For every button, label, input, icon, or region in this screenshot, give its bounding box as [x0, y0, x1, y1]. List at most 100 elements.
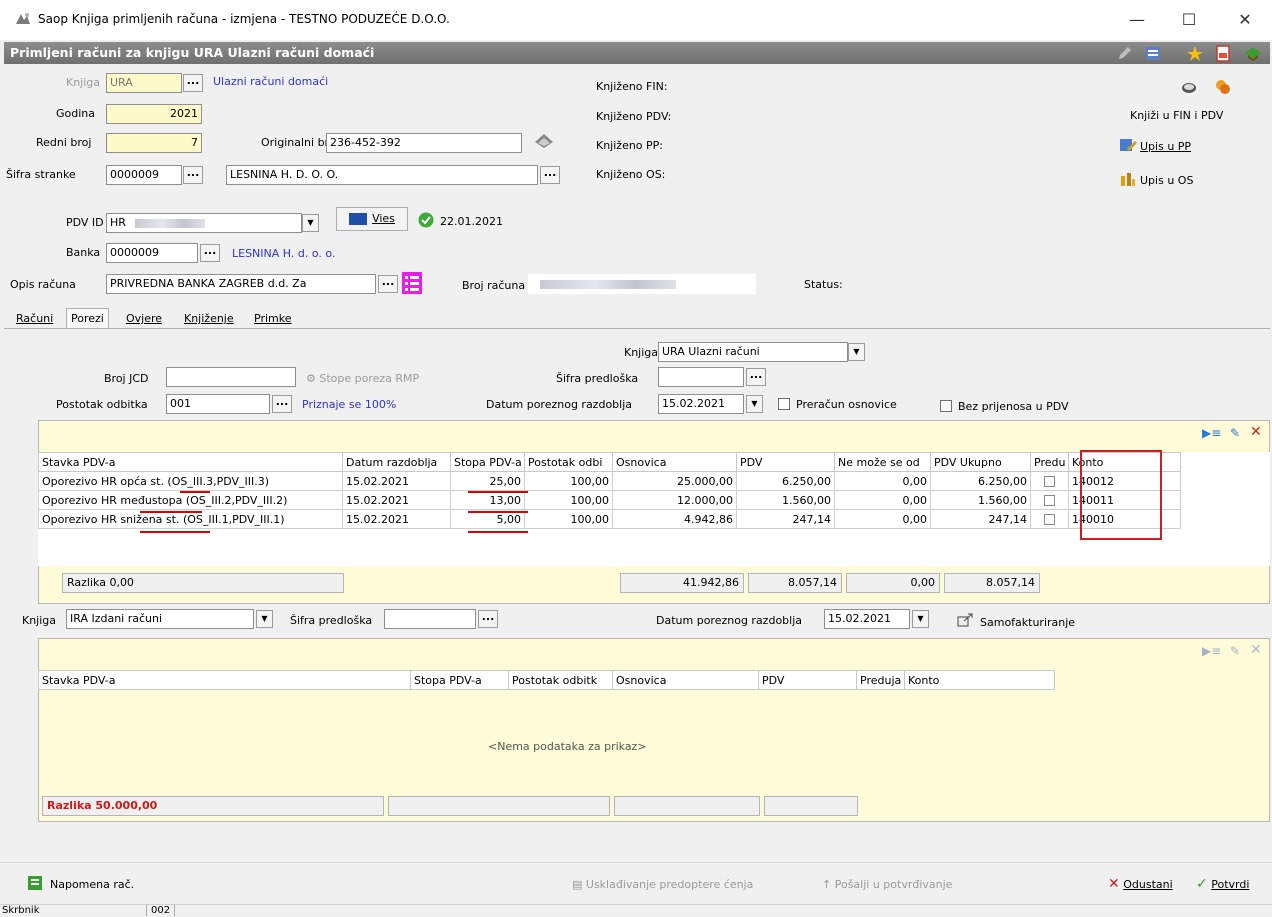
delete-row-icon[interactable]: ✕: [1250, 424, 1262, 440]
book-pdv-icon[interactable]: [1214, 78, 1232, 96]
broj-racuna-field[interactable]: [528, 274, 756, 294]
samofakturiranje-button[interactable]: Samofakturiranje: [980, 616, 1075, 629]
cell-ukupno[interactable]: 6.250,00: [930, 471, 1031, 491]
cell-ne-moze[interactable]: 0,00: [834, 509, 931, 529]
cell-postotak[interactable]: 100,00: [524, 471, 613, 491]
sifra-predloska-field[interactable]: [658, 367, 744, 387]
cell-stopa[interactable]: 13,00: [450, 490, 525, 510]
cell-ukupno[interactable]: 247,14: [930, 509, 1031, 529]
ira-col-predujam[interactable]: Preduja: [856, 670, 905, 690]
pdv-id-dropdown-arrow[interactable]: ▼: [302, 214, 319, 232]
opis-racuna-field[interactable]: PRIVREDNA BANKA ZAGREB d.d. Za: [106, 274, 376, 294]
redni-broj-field[interactable]: 7: [106, 133, 202, 153]
grid-icon[interactable]: [1144, 45, 1162, 62]
ira-col-osnovica[interactable]: Osnovica: [612, 670, 759, 690]
sifra-predloska-lookup-button[interactable]: ...: [746, 368, 766, 386]
col-datum[interactable]: Datum razdoblja: [342, 452, 451, 472]
stranka-name-field[interactable]: LESNINA H. D. O. O.: [226, 165, 538, 185]
cell-pdv[interactable]: 247,14: [736, 509, 835, 529]
ira-col-stavka[interactable]: Stavka PDV-a: [38, 670, 411, 690]
col-stavka[interactable]: Stavka PDV-a: [38, 452, 343, 472]
pdv-id-field[interactable]: HR: [106, 213, 302, 233]
ira-col-postotak[interactable]: Postotak odbitk: [508, 670, 613, 690]
potvrdi-button[interactable]: ✓ Potvrdi: [1196, 876, 1249, 892]
lookup-book-icon[interactable]: [532, 130, 556, 152]
favorite-star-icon[interactable]: [1186, 45, 1204, 62]
cell-ne-moze[interactable]: 0,00: [834, 490, 931, 510]
ira-knjiga-field[interactable]: IRA Izdani računi: [66, 609, 254, 629]
banka-lookup-button[interactable]: ...: [200, 244, 220, 262]
odustani-button[interactable]: ✕ Odustani: [1108, 876, 1173, 892]
cell-ne-moze[interactable]: 0,00: [834, 471, 931, 491]
col-ne-moze[interactable]: Ne može se od: [834, 452, 931, 472]
bez-prijenosa-checkbox[interactable]: [940, 400, 952, 412]
col-ukupno[interactable]: PDV Ukupno: [930, 452, 1031, 472]
upis-os-button[interactable]: Upis u OS: [1140, 174, 1193, 187]
ira-datum-dropdown-arrow[interactable]: ▼: [912, 610, 929, 628]
minimize-button[interactable]: —: [1114, 6, 1160, 34]
opis-lookup-button[interactable]: ...: [378, 275, 398, 293]
porezi-knjiga-field[interactable]: URA Ulazni računi: [658, 342, 848, 362]
porezi-knjiga-dropdown-arrow[interactable]: ▼: [848, 343, 865, 361]
cell-stavka[interactable]: Oporezivo HR opća st. (OS_III.3,PDV_III.…: [38, 471, 343, 491]
cell-osnovica[interactable]: 25.000,00: [612, 471, 737, 491]
banka-name-link[interactable]: LESNINA H. d. o. o.: [232, 247, 335, 260]
book-fin-icon[interactable]: [1180, 78, 1198, 96]
tab-racuni[interactable]: Računi: [16, 312, 53, 325]
sifra-stranke-field[interactable]: 0000009: [106, 165, 182, 185]
cell-datum[interactable]: 15.02.2021: [342, 471, 451, 491]
stranka-lookup-button[interactable]: ...: [540, 166, 560, 184]
tab-ovjere[interactable]: Ovjere: [126, 312, 162, 325]
banka-field[interactable]: 0000009: [106, 243, 198, 263]
predujam-checkbox[interactable]: [1044, 495, 1055, 506]
cell-postotak[interactable]: 100,00: [524, 509, 613, 529]
cell-ukupno[interactable]: 1.560,00: [930, 490, 1031, 510]
tab-porezi[interactable]: Porezi: [66, 308, 109, 328]
list-menu-icon[interactable]: [402, 272, 422, 294]
ira-sifra-lookup-button[interactable]: ...: [478, 610, 498, 628]
cell-stavka[interactable]: Oporezivo HR međustopa (OS_III.2,PDV_III…: [38, 490, 343, 510]
knjiga-field[interactable]: URA: [106, 73, 182, 93]
maximize-button[interactable]: ☐: [1166, 6, 1212, 34]
vies-button[interactable]: Vies: [336, 207, 408, 231]
ira-datum-field[interactable]: 15.02.2021: [824, 609, 910, 629]
add-row-icon[interactable]: ▶≡: [1202, 426, 1221, 440]
cell-predujam[interactable]: [1030, 490, 1069, 510]
ira-col-konto[interactable]: Konto: [904, 670, 1055, 690]
originalni-br-field[interactable]: 236-452-392: [326, 133, 522, 153]
ira-sifra-field[interactable]: [384, 609, 476, 629]
document-icon[interactable]: [1214, 45, 1232, 62]
col-postotak[interactable]: Postotak odbi: [524, 452, 613, 472]
knjiga-name-link[interactable]: Ulazni računi domaći: [213, 75, 328, 88]
sifra-stranke-lookup-button[interactable]: ...: [183, 166, 203, 184]
datum-dropdown-arrow[interactable]: ▼: [746, 395, 763, 413]
col-osnovica[interactable]: Osnovica: [612, 452, 737, 472]
table-row[interactable]: Oporezivo HR snižena st. (OS_III.1,PDV_I…: [38, 509, 1181, 529]
napomena-button[interactable]: Napomena rač.: [50, 878, 134, 891]
cell-stopa[interactable]: 25,00: [450, 471, 525, 491]
knjizi-fin-pdv-button[interactable]: Knjiži u FIN i PDV: [1130, 109, 1223, 122]
col-stopa[interactable]: Stopa PDV-a: [450, 452, 525, 472]
cell-pdv[interactable]: 1.560,00: [736, 490, 835, 510]
tab-primke[interactable]: Primke: [254, 312, 291, 325]
cell-predujam[interactable]: [1030, 471, 1069, 491]
green-book-icon[interactable]: [1244, 45, 1262, 62]
cell-postotak[interactable]: 100,00: [524, 490, 613, 510]
priznaje-link[interactable]: Priznaje se 100%: [302, 398, 396, 411]
cell-datum[interactable]: 15.02.2021: [342, 490, 451, 510]
cell-datum[interactable]: 15.02.2021: [342, 509, 451, 529]
ira-col-stopa[interactable]: Stopa PDV-a: [410, 670, 509, 690]
godina-field[interactable]: 2021: [106, 104, 202, 124]
edit-pencil-icon[interactable]: [1116, 45, 1134, 62]
cell-osnovica[interactable]: 4.942,86: [612, 509, 737, 529]
predujam-checkbox[interactable]: [1044, 476, 1055, 487]
cell-osnovica[interactable]: 12.000,00: [612, 490, 737, 510]
datum-razdoblja-field[interactable]: 15.02.2021: [658, 394, 744, 414]
col-pdv[interactable]: PDV: [736, 452, 835, 472]
cell-predujam[interactable]: [1030, 509, 1069, 529]
tab-knjizenje[interactable]: Knjiženje: [184, 312, 234, 325]
upis-pp-button[interactable]: Upis u PP: [1140, 140, 1191, 153]
knjiga-lookup-button[interactable]: ...: [183, 74, 203, 92]
table-row[interactable]: Oporezivo HR opća st. (OS_III.3,PDV_III.…: [38, 471, 1181, 491]
ira-knjiga-dropdown-arrow[interactable]: ▼: [256, 610, 273, 628]
